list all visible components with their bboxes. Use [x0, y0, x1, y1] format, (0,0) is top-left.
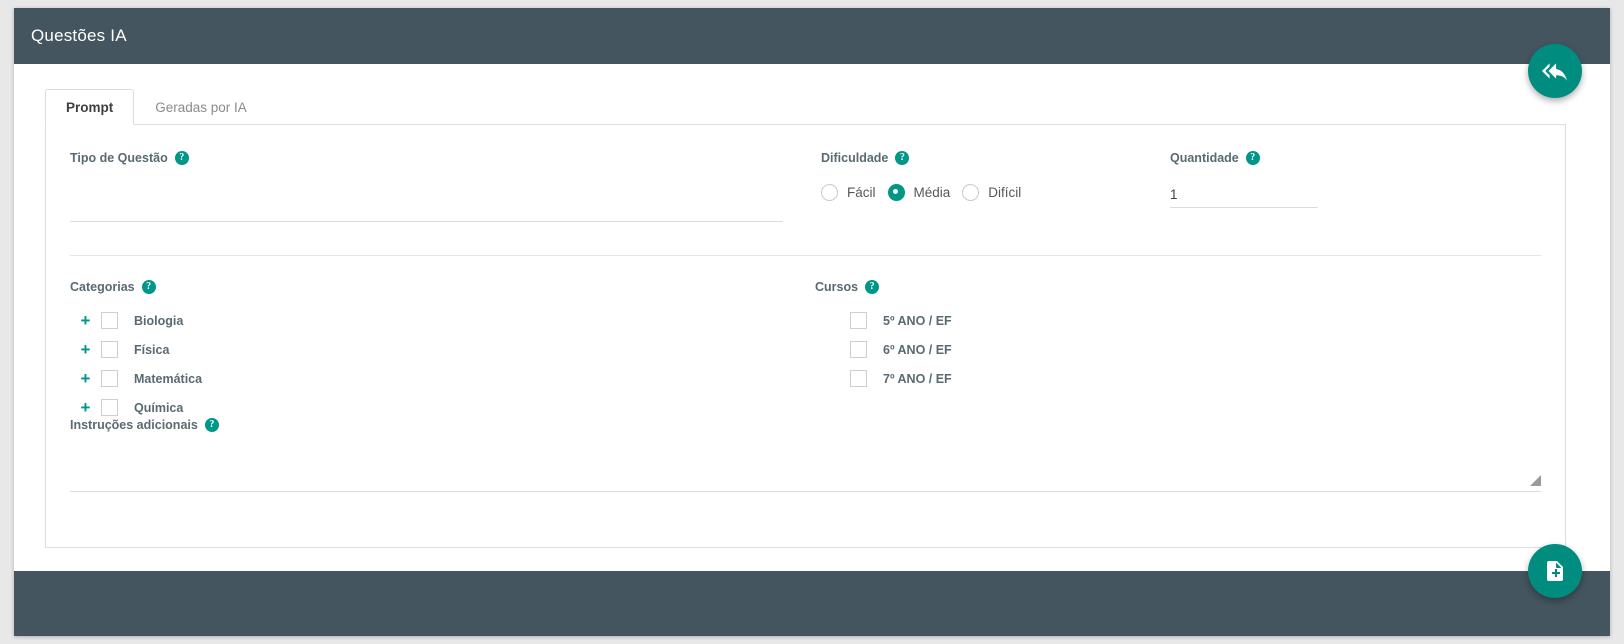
categorias-label-text: Categorias — [70, 280, 135, 294]
checkbox-curso-7-ano[interactable] — [850, 370, 867, 387]
help-circle-icon[interactable]: ? — [174, 151, 189, 165]
cursos-tree: + 5º ANO / EF + 6º ANO / EF + — [815, 306, 1210, 393]
tipo-questao-label-text: Tipo de Questão — [70, 151, 168, 165]
help-circle-icon[interactable]: ? — [141, 280, 156, 294]
prompt-panel: Tipo de Questão ? Dificuldade ? Fácil Mé… — [45, 124, 1566, 548]
radio-circle-icon — [962, 184, 980, 201]
tree-item: + 6º ANO / EF — [815, 335, 1210, 364]
radio-dificuldade-media[interactable]: Média — [887, 184, 951, 201]
cursos-label-text: Cursos — [815, 280, 859, 294]
tree-item-label: 6º ANO / EF — [883, 342, 952, 357]
tipo-questao-label: Tipo de Questão ? — [70, 151, 189, 165]
tab-prompt[interactable]: Prompt — [45, 89, 135, 125]
radio-dificuldade-facil-label: Fácil — [847, 185, 876, 200]
checkbox-curso-5-ano[interactable] — [850, 312, 867, 329]
field-cursos: Cursos ? + 5º ANO / EF + — [810, 278, 1210, 422]
tab-bar: Prompt Geradas por IA — [45, 88, 1590, 125]
content-area: Prompt Geradas por IA Tipo de Questão ? — [14, 64, 1610, 571]
instrucoes-textarea[interactable] — [70, 454, 1541, 492]
radio-circle-selected-icon — [887, 184, 905, 201]
quantidade-input[interactable] — [1170, 183, 1318, 208]
form-row-basic: Tipo de Questão ? Dificuldade ? Fácil Mé… — [70, 125, 1541, 256]
help-circle-icon[interactable]: ? — [1245, 151, 1260, 165]
tree-item-label: Matemática — [134, 371, 203, 386]
quantidade-label-text: Quantidade — [1170, 151, 1239, 165]
instrucoes-label-text: Instruções adicionais — [70, 418, 198, 432]
expand-plus-icon[interactable]: + — [77, 312, 94, 329]
radio-dificuldade-media-label: Média — [913, 185, 951, 200]
page-title: Questões IA — [31, 26, 127, 45]
radio-dificuldade-facil[interactable]: Fácil — [821, 184, 876, 201]
tree-item: + 5º ANO / EF — [815, 306, 1210, 335]
help-circle-icon[interactable]: ? — [204, 418, 219, 432]
instrucoes-textarea-wrapper — [70, 454, 1541, 492]
note-add-icon — [1547, 561, 1563, 581]
textarea-resize-handle[interactable] — [1530, 475, 1541, 486]
title-bar: Questões IA — [14, 8, 1610, 64]
reply-all-back-icon — [1542, 63, 1567, 81]
cursos-label: Cursos ? — [815, 280, 880, 294]
form-row-instrucoes: Instruções adicionais ? — [70, 406, 1541, 492]
tab-geradas-por-ia-label: Geradas por IA — [155, 100, 247, 115]
tab-geradas-por-ia[interactable]: Geradas por IA — [134, 89, 268, 124]
tree-item: + Biologia — [70, 306, 810, 335]
field-tipo-questao: Tipo de Questão ? — [70, 149, 815, 222]
categorias-label: Categorias ? — [70, 280, 156, 294]
tree-item: + 7º ANO / EF — [815, 364, 1210, 393]
dificuldade-label-text: Dificuldade — [821, 151, 889, 165]
radio-dificuldade-dificil[interactable]: Difícil — [962, 184, 1021, 201]
dificuldade-label: Dificuldade ? — [821, 151, 910, 165]
checkbox-fisica[interactable] — [101, 341, 118, 358]
tipo-questao-input[interactable] — [70, 197, 783, 222]
back-fab-button[interactable] — [1528, 44, 1582, 98]
radio-dificuldade-dificil-label: Difícil — [988, 185, 1022, 200]
form-row-trees: Categorias ? + Biologia + Física + Matem… — [70, 256, 1541, 416]
app-window: Questões IA Prompt Geradas por IA Tipo d… — [14, 8, 1610, 636]
tree-item-label: Física — [134, 342, 170, 357]
dificuldade-radio-group: Fácil Média Difícil — [821, 184, 1170, 201]
help-circle-icon[interactable]: ? — [865, 280, 880, 294]
tree-item-label: 5º ANO / EF — [883, 313, 952, 328]
tree-item-label: 7º ANO / EF — [883, 371, 952, 386]
expand-plus-icon[interactable]: + — [77, 341, 94, 358]
field-dificuldade: Dificuldade ? Fácil Média Difícil — [815, 149, 1170, 222]
checkbox-biologia[interactable] — [101, 312, 118, 329]
expand-plus-icon[interactable]: + — [77, 370, 94, 387]
checkbox-curso-6-ano[interactable] — [850, 341, 867, 358]
field-quantidade: Quantidade ? — [1170, 149, 1340, 222]
instrucoes-label: Instruções adicionais ? — [70, 418, 219, 432]
footer-bar — [14, 571, 1610, 636]
field-categorias: Categorias ? + Biologia + Física + Matem… — [70, 278, 810, 422]
help-circle-icon[interactable]: ? — [895, 151, 910, 165]
checkbox-matematica[interactable] — [101, 370, 118, 387]
radio-circle-icon — [821, 184, 838, 201]
tree-item-label: Biologia — [134, 313, 184, 328]
tree-item: + Matemática — [70, 364, 810, 393]
add-document-fab-button[interactable] — [1528, 544, 1582, 598]
quantidade-label: Quantidade ? — [1170, 151, 1260, 165]
categorias-tree: + Biologia + Física + Matemática + Quími… — [70, 306, 810, 422]
tab-prompt-label: Prompt — [66, 100, 114, 115]
tree-item: + Física — [70, 335, 810, 364]
